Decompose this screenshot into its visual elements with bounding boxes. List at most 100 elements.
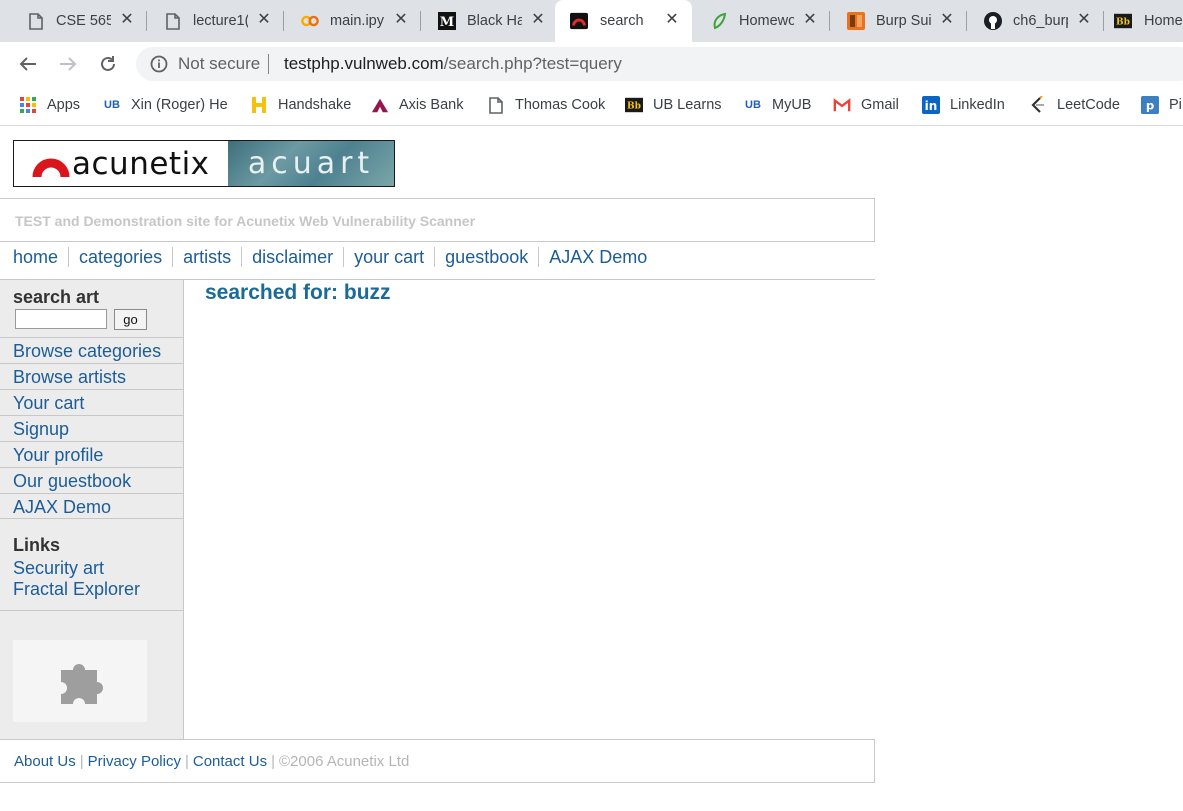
footer-separator: | xyxy=(184,753,189,770)
search-input[interactable] xyxy=(15,309,107,329)
tab-title: Burp Sui xyxy=(876,13,931,29)
burp-icon xyxy=(847,12,865,30)
bookmark-thomas-cook[interactable]: Thomas Cook xyxy=(487,94,605,116)
nav-divider xyxy=(241,247,243,267)
bookmark-label: Thomas Cook xyxy=(515,97,606,113)
svg-text:in: in xyxy=(925,99,938,113)
url-text[interactable]: testphp.vulnweb.com/search.php?test=quer… xyxy=(284,55,622,73)
footer: About Us | Privacy Policy | Contact Us | ©2006… xyxy=(0,739,875,783)
forward-button[interactable] xyxy=(54,50,82,78)
close-icon[interactable]: ✕ xyxy=(256,12,272,28)
bookmark-linkedin[interactable]: in LinkedIn xyxy=(922,94,1005,116)
tab-burp-suite[interactable]: Burp Sui ✕ xyxy=(820,0,966,42)
bookmark-leetcode[interactable]: LeetCode xyxy=(1029,94,1120,116)
close-icon[interactable]: ✕ xyxy=(939,12,955,28)
bookmark-label: Gmail xyxy=(861,97,899,113)
bookmark-gmail[interactable]: Gmail xyxy=(833,94,899,116)
bookmark-apps[interactable]: Apps xyxy=(19,94,80,116)
ub-icon: UB xyxy=(104,99,120,111)
footer-privacy-policy[interactable]: Privacy Policy xyxy=(88,753,181,770)
tab-strip: CSE 565 ✕ lecture1( ✕ main.ipy ✕ M Black… xyxy=(0,0,1183,42)
tagline-bar: TEST and Demonstration site for Acunetix… xyxy=(0,198,875,242)
bookmark-label: Handshake xyxy=(278,97,352,113)
close-icon[interactable]: ✕ xyxy=(119,12,135,28)
plugin-placeholder[interactable] xyxy=(13,640,147,722)
reload-icon xyxy=(101,56,115,71)
footer-copyright: ©2006 Acunetix Ltd xyxy=(278,753,410,770)
sidebar-item-browse-categories[interactable]: Browse categories xyxy=(0,337,183,363)
close-icon[interactable]: ✕ xyxy=(393,12,409,28)
close-icon[interactable]: ✕ xyxy=(802,12,818,28)
bookmark-xin-roger-he[interactable]: UB Xin (Roger) He xyxy=(103,94,228,116)
tab-ch6-burp[interactable]: ch6_burp ✕ xyxy=(957,0,1103,42)
nav-ajax-demo[interactable]: AJAX Demo xyxy=(549,247,647,268)
reload-button[interactable] xyxy=(94,50,122,78)
tab-title: main.ipy xyxy=(330,13,384,29)
bookmark-label: Pi xyxy=(1169,97,1182,113)
back-button[interactable] xyxy=(14,50,42,78)
go-button[interactable]: go xyxy=(114,309,147,330)
nav-guestbook[interactable]: guestbook xyxy=(445,247,528,268)
search-result-heading: searched for: buzz xyxy=(205,281,391,304)
sidebar-menu: Browse categories Browse artists Your ca… xyxy=(0,337,183,519)
bookmark-label: UB Learns xyxy=(653,97,722,113)
footer-contact-us[interactable]: Contact Us xyxy=(193,753,267,770)
close-icon[interactable]: ✕ xyxy=(530,12,546,28)
acunetix-arc-icon xyxy=(32,151,70,177)
nav-divider xyxy=(434,247,436,267)
link-security-art[interactable]: Security art xyxy=(13,558,140,579)
sidebar-divider xyxy=(0,610,183,611)
sidebar-item-your-profile[interactable]: Your profile xyxy=(0,441,183,467)
browser-toolbar: Not secure testphp.vulnweb.com/search.ph… xyxy=(0,42,1183,86)
tab-cse565[interactable]: CSE 565 ✕ xyxy=(0,0,146,42)
close-icon[interactable]: ✕ xyxy=(664,12,680,28)
sidebar-item-your-cart[interactable]: Your cart xyxy=(0,389,183,415)
search-art-title: search art xyxy=(13,287,100,307)
nav-artists[interactable]: artists xyxy=(183,247,231,268)
footer-separator: | xyxy=(271,753,275,770)
nav-disclaimer[interactable]: disclaimer xyxy=(252,247,333,268)
bookmark-handshake[interactable]: Handshake xyxy=(250,94,351,116)
nav-divider xyxy=(343,247,345,267)
nav-home[interactable]: home xyxy=(13,247,58,268)
nav-divider xyxy=(172,247,174,267)
top-navigation: home categories artists disclaimer your … xyxy=(13,244,647,270)
tab-main-ipynb[interactable]: main.ipy ✕ xyxy=(274,0,420,42)
security-label[interactable]: Not secure xyxy=(178,55,260,73)
footer-about-us[interactable]: About Us xyxy=(14,753,76,770)
info-icon[interactable] xyxy=(150,55,168,73)
logo-text-acuart: acuart xyxy=(247,146,375,181)
close-icon[interactable]: ✕ xyxy=(1076,12,1092,28)
address-bar[interactable]: Not secure testphp.vulnweb.com/search.ph… xyxy=(136,47,1183,81)
handshake-icon xyxy=(250,96,268,114)
bookmark-ub-learns[interactable]: Bb UB Learns xyxy=(625,94,722,116)
tab-black-hat[interactable]: M Black Ha ✕ xyxy=(411,0,557,42)
blackboard-icon: Bb xyxy=(625,96,643,114)
tab-lecture[interactable]: lecture1( ✕ xyxy=(137,0,283,42)
nav-categories[interactable]: categories xyxy=(79,247,162,268)
tab-home[interactable]: Bb Home xyxy=(1094,0,1183,42)
acunetix-icon xyxy=(570,12,588,30)
footer-separator: | xyxy=(79,753,84,770)
bookmark-myub[interactable]: UB MyUB xyxy=(744,94,811,116)
sidebar-item-ajax-demo[interactable]: AJAX Demo xyxy=(0,493,183,519)
bookmark-pi[interactable]: p Pi xyxy=(1141,94,1182,116)
leetcode-icon xyxy=(1029,96,1047,114)
acunetix-acuart-logo[interactable]: acunetix acuart xyxy=(13,140,395,187)
tab-search-active[interactable]: search ✕ xyxy=(555,0,692,42)
sidebar-item-our-guestbook[interactable]: Our guestbook xyxy=(0,467,183,493)
tab-title: Black Ha xyxy=(467,13,522,29)
link-fractal-explorer[interactable]: Fractal Explorer xyxy=(13,579,140,600)
sidebar-item-browse-artists[interactable]: Browse artists xyxy=(0,363,183,389)
tab-homework[interactable]: Homewo ✕ xyxy=(683,0,829,42)
sidebar-item-signup[interactable]: Signup xyxy=(0,415,183,441)
bookmark-label: Xin (Roger) He xyxy=(131,97,228,113)
forward-arrow-icon xyxy=(60,57,77,71)
tab-title: ch6_burp xyxy=(1013,13,1068,29)
nav-your-cart[interactable]: your cart xyxy=(354,247,424,268)
links-heading: Links xyxy=(13,535,61,555)
bookmark-axis-bank[interactable]: Axis Bank xyxy=(371,94,463,116)
links-list: Security art Fractal Explorer xyxy=(13,558,140,600)
nav-divider xyxy=(68,247,70,267)
linkedin-icon: in xyxy=(922,96,940,114)
